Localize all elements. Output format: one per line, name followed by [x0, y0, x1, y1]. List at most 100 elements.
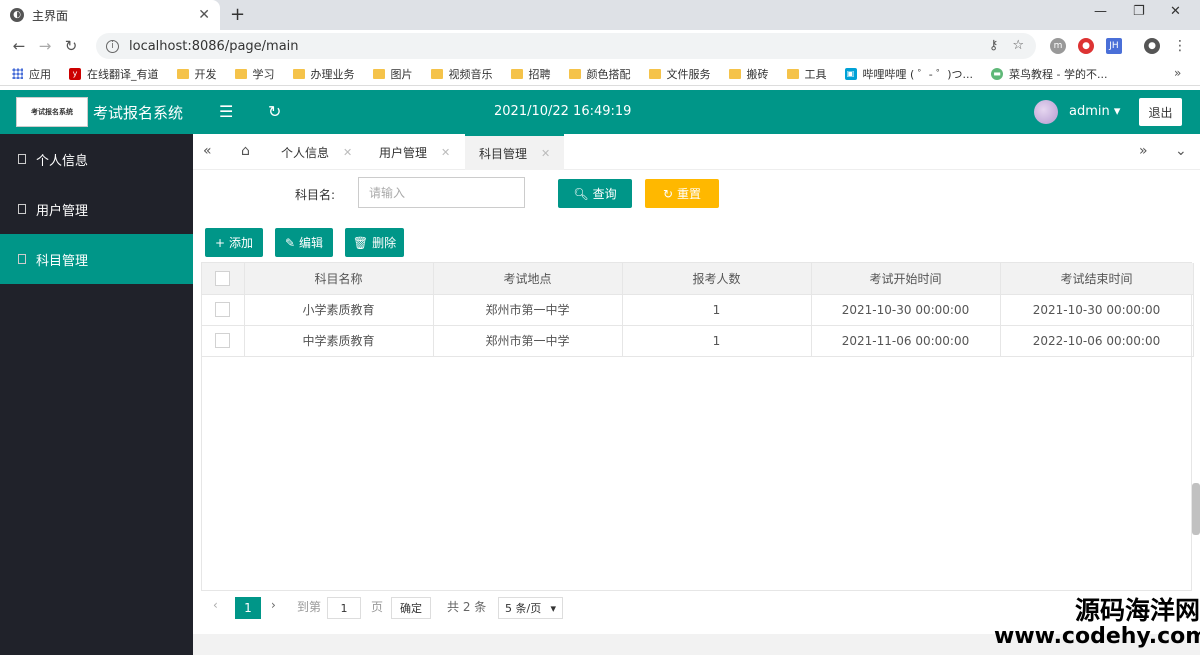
forward-icon[interactable]: →	[32, 37, 58, 55]
window-close-icon[interactable]: ✕	[1170, 4, 1181, 19]
bookmark-folder[interactable]: 颜色搭配	[568, 66, 631, 82]
info-icon[interactable]: i	[106, 39, 119, 53]
reload-icon[interactable]: ↻	[58, 37, 84, 55]
extension-m-icon[interactable]: m	[1050, 38, 1066, 54]
new-tab-icon[interactable]: +	[230, 4, 245, 25]
column-header[interactable]: 考试地点	[433, 263, 623, 295]
menu-toggle-icon[interactable]: ☰	[219, 102, 233, 121]
row-checkbox[interactable]	[215, 333, 231, 348]
globe-icon: ◐	[10, 8, 24, 22]
page-size-select[interactable]: 5 条/页 ▾	[498, 597, 563, 619]
table-row[interactable]: 中学素质教育 郑州市第一中学 1 2021-11-06 00:00:00 202…	[202, 325, 1194, 357]
goto-confirm-button[interactable]: 确定	[391, 597, 431, 619]
close-icon[interactable]: ✕	[541, 147, 550, 160]
bookmark-folder[interactable]: 搬砖	[728, 66, 769, 82]
bookmarks-overflow-icon[interactable]: »	[1174, 66, 1181, 80]
close-icon[interactable]: ✕	[441, 146, 450, 159]
apps-icon	[12, 68, 23, 79]
table-cell: 1	[622, 325, 812, 357]
sidebar-item-profile[interactable]: 个人信息	[0, 134, 193, 184]
bookmark-item[interactable]: ▬ 菜鸟教程 - 学的不...	[991, 66, 1107, 82]
avatar[interactable]	[1034, 100, 1058, 124]
sidebar-item-users[interactable]: 用户管理	[0, 184, 193, 234]
add-button[interactable]: + 添加	[205, 228, 263, 257]
column-header[interactable]: 考试结束时间	[1000, 263, 1194, 295]
column-header[interactable]: 报考人数	[622, 263, 812, 295]
bookmark-folder[interactable]: 工具	[786, 66, 827, 82]
minimize-icon[interactable]: —	[1094, 4, 1107, 19]
select-all-cell[interactable]	[202, 263, 245, 295]
bookmark-folder[interactable]: 文件服务	[648, 66, 711, 82]
extension-jh-icon[interactable]: JH	[1106, 38, 1122, 54]
browser-tab[interactable]: ◐ 主界面 ✕	[0, 0, 220, 30]
tabs-scroll-left-icon[interactable]: «	[203, 143, 212, 159]
bookmark-folder[interactable]: 开发	[176, 66, 217, 82]
tab-subjects[interactable]: 科目管理 ✕	[465, 134, 565, 170]
bookmark-folder[interactable]: 招聘	[510, 66, 551, 82]
url-text: localhost:8086/page/main	[129, 38, 299, 54]
page-unit-label: 页	[371, 600, 384, 614]
bookmark-folder[interactable]: 学习	[234, 66, 275, 82]
url-field[interactable]: i localhost:8086/page/main ⚷ ☆	[96, 33, 1036, 59]
restore-icon[interactable]: ❐	[1133, 4, 1145, 19]
refresh-icon[interactable]: ↻	[268, 102, 281, 121]
tabs-scroll-right-icon[interactable]: »	[1139, 143, 1148, 159]
caret-down-icon: ▾	[1113, 104, 1121, 119]
close-icon[interactable]: ✕	[343, 146, 352, 159]
edit-button[interactable]: ✎ 编辑	[275, 228, 333, 257]
select-all-checkbox[interactable]	[215, 270, 231, 286]
document-icon	[18, 154, 26, 164]
pencil-icon: ✎	[284, 235, 296, 250]
row-checkbox[interactable]	[215, 302, 231, 317]
table-cell: 2021-10-30 00:00:00	[1000, 294, 1194, 326]
table-cell: 小学素质教育	[244, 294, 434, 326]
more-menu-icon[interactable]: ⋮	[1172, 38, 1188, 54]
bookmark-folder[interactable]: 图片	[372, 66, 413, 82]
system-title: 考试报名系统	[93, 104, 184, 122]
key-icon[interactable]: ⚷	[989, 38, 999, 53]
watermark-title: 源码海洋网	[1074, 596, 1200, 625]
profile-icon[interactable]: ●	[1144, 38, 1160, 54]
tab-users[interactable]: 用户管理 ✕	[365, 134, 464, 170]
sidebar-item-label: 用户管理	[36, 203, 89, 219]
bookmark-item[interactable]: 应用	[12, 66, 51, 82]
delete-button[interactable]: 🗑︎ 删除	[345, 228, 404, 257]
home-icon[interactable]: ⌂	[241, 143, 250, 159]
page-current[interactable]: 1	[235, 597, 261, 619]
user-menu[interactable]: admin ▾	[1069, 104, 1120, 119]
back-icon[interactable]: ←	[6, 37, 32, 55]
table-row[interactable]: 小学素质教育 郑州市第一中学 1 2021-10-30 00:00:00 202…	[202, 294, 1194, 326]
logout-button[interactable]: 退出	[1139, 98, 1182, 126]
table-cell: 2021-11-06 00:00:00	[811, 325, 1001, 357]
logo: 考试报名系统	[16, 97, 88, 127]
scrollbar-thumb[interactable]	[1192, 483, 1200, 535]
bookmark-folder[interactable]: 视频音乐	[430, 66, 493, 82]
column-header[interactable]: 考试开始时间	[811, 263, 1001, 295]
trash-icon: 🗑︎	[352, 235, 369, 250]
sidebar-item-subjects[interactable]: 科目管理	[0, 234, 193, 284]
app-header: 考试报名系统 考试报名系统 ☰ ↻ 2021/10/22 16:49:19 ad…	[0, 90, 1200, 134]
bookmarks-bar: 应用 y 在线翻译_有道 开发 学习 办理业务 图片 视频音乐 招聘 颜色搭配 文…	[0, 62, 1200, 86]
browser-tab-title: 主界面	[32, 8, 69, 23]
refresh-icon: ↻	[662, 186, 674, 201]
prev-page-icon[interactable]: ‹	[213, 598, 218, 612]
extension-adblock-icon[interactable]: ●	[1078, 38, 1094, 54]
goto-label: 到第	[297, 600, 322, 614]
query-button[interactable]: 🔍︎ 查询	[558, 179, 632, 208]
column-header[interactable]: 科目名称	[244, 263, 434, 295]
document-icon	[18, 254, 26, 264]
goto-page-input[interactable]: 1	[327, 597, 361, 619]
bookmark-folder[interactable]: 办理业务	[292, 66, 355, 82]
reset-button[interactable]: ↻ 重置	[645, 179, 719, 208]
close-icon[interactable]: ✕	[198, 7, 210, 23]
tab-profile[interactable]: 个人信息 ✕	[267, 134, 366, 170]
address-bar: ← → ↻ i localhost:8086/page/main ⚷ ☆	[0, 30, 1200, 62]
bookmark-item[interactable]: y 在线翻译_有道	[69, 66, 159, 82]
next-page-icon[interactable]: ›	[271, 598, 276, 612]
subject-name-input[interactable]	[358, 177, 525, 208]
bookmark-item[interactable]: ▣ 哔哩哔哩 ( ゜- ゜)つ...	[844, 66, 973, 82]
folder-icon	[430, 68, 443, 79]
sidebar-item-label: 个人信息	[36, 153, 89, 169]
tabs-menu-icon[interactable]: ⌄	[1175, 143, 1187, 159]
star-icon[interactable]: ☆	[1012, 38, 1024, 53]
